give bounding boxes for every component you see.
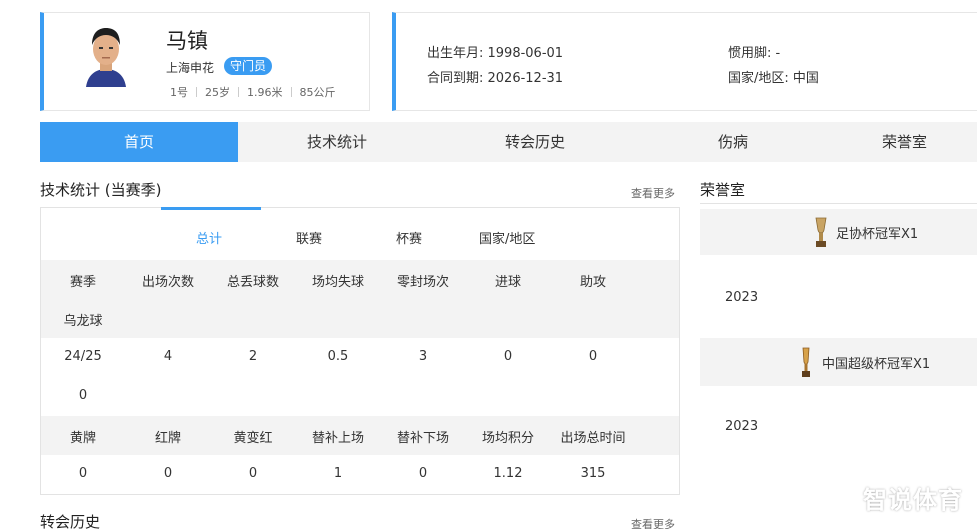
- header-second-yellow: 黄变红: [233, 431, 273, 446]
- birth-date: 出生年月: 1998-06-01: [427, 46, 564, 61]
- value-assists: 0: [588, 349, 598, 364]
- player-height: 1.96米: [247, 86, 283, 99]
- value-red-cards: 0: [163, 466, 173, 481]
- sub-tab-indicator: [161, 207, 261, 210]
- contract-expiry: 合同到期: 2026-12-31: [427, 71, 564, 86]
- player-number: 1号: [170, 86, 188, 99]
- position-badge: 守门员: [224, 57, 273, 75]
- trophy-icon: [802, 347, 810, 377]
- header-avg-conceded: 场均失球: [311, 275, 364, 290]
- stats-more-link[interactable]: 查看更多: [631, 185, 675, 201]
- meta-divider: [290, 87, 292, 97]
- stats-panel: 总计 联赛 杯赛 国家/地区 赛季 出场次数 总丢球数 场均失球 零封场次 进球…: [40, 207, 680, 495]
- header-sub-on: 替补上场: [311, 431, 364, 446]
- subtab-league[interactable]: 联赛: [296, 228, 322, 247]
- value-avg-conceded: 0.5: [327, 349, 349, 364]
- header-minutes: 出场总时间: [560, 431, 626, 446]
- player-name: 马镇: [166, 29, 208, 53]
- honor-name: 足协杯冠军X1: [836, 227, 919, 242]
- player-weight: 85公斤: [299, 86, 336, 99]
- value-clean-sheets: 3: [418, 349, 428, 364]
- honors-divider: [700, 203, 977, 204]
- header-own-goals: 乌龙球: [63, 314, 103, 329]
- honor-name: 中国超级杯冠军X1: [822, 357, 931, 372]
- value-sub-on: 1: [333, 466, 343, 481]
- trophy-icon: [815, 217, 827, 247]
- value-yellow-cards: 0: [78, 466, 88, 481]
- subtab-national[interactable]: 国家/地区: [479, 228, 535, 247]
- header-season: 赛季: [69, 275, 96, 290]
- value-goals-conceded: 2: [248, 349, 258, 364]
- honor-item[interactable]: 中国超级杯冠军X1: [700, 338, 977, 386]
- header-yellow-cards: 黄牌: [69, 431, 96, 446]
- player-age: 25岁: [205, 86, 230, 99]
- stats-section-title: 技术统计 (当赛季): [40, 181, 162, 199]
- value-second-yellow: 0: [248, 466, 258, 481]
- value-own-goals: 0: [78, 388, 88, 403]
- nationality: 国家/地区: 中国: [728, 71, 819, 86]
- transfer-more-link[interactable]: 查看更多: [631, 516, 675, 529]
- tab-injuries[interactable]: 伤病: [634, 122, 832, 162]
- player-profile-card: 马镇 上海申花 守门员 1号 25岁 1.96米 85公斤: [40, 12, 370, 111]
- subtab-total[interactable]: 总计: [196, 228, 222, 247]
- honor-year: 2023: [725, 419, 759, 434]
- value-minutes: 315: [580, 466, 606, 481]
- tab-home[interactable]: 首页: [40, 122, 238, 162]
- main-nav-tabs: 首页 技术统计 转会历史 伤病 荣誉室: [40, 122, 977, 162]
- header-assists: 助攻: [579, 275, 606, 290]
- honor-item[interactable]: 足协杯冠军X1: [700, 209, 977, 255]
- player-meta: 1号 25岁 1.96米 85公斤: [170, 84, 336, 100]
- player-club[interactable]: 上海申花: [166, 59, 214, 76]
- tab-transfers[interactable]: 转会历史: [436, 122, 634, 162]
- player-info-card: 出生年月: 1998-06-01 合同到期: 2026-12-31 惯用脚: -…: [392, 12, 977, 111]
- subtab-cup[interactable]: 杯赛: [396, 228, 422, 247]
- header-sub-off: 替补下场: [396, 431, 449, 446]
- tab-honors[interactable]: 荣誉室: [832, 122, 977, 162]
- meta-divider: [238, 87, 239, 97]
- header-clean-sheets: 零封场次: [396, 275, 449, 290]
- header-red-cards: 红牌: [154, 431, 181, 446]
- header-avg-points: 场均积分: [481, 431, 534, 446]
- transfer-section-title: 转会历史: [40, 513, 101, 529]
- player-avatar: [80, 23, 132, 87]
- watermark: 智说体育: [863, 486, 963, 514]
- header-goals: 进球: [494, 275, 521, 290]
- honor-year: 2023: [725, 290, 759, 305]
- honors-section-title: 荣誉室: [700, 181, 746, 199]
- value-avg-points: 1.12: [493, 466, 523, 481]
- value-sub-off: 0: [418, 466, 428, 481]
- value-goals: 0: [503, 349, 513, 364]
- meta-divider: [196, 87, 197, 97]
- header-goals-conceded: 总丢球数: [226, 275, 279, 290]
- value-appearances: 4: [163, 349, 173, 364]
- preferred-foot: 惯用脚: -: [728, 46, 781, 61]
- value-season: 24/25: [64, 349, 102, 364]
- tab-stats[interactable]: 技术统计: [238, 122, 436, 162]
- header-appearances: 出场次数: [141, 275, 194, 290]
